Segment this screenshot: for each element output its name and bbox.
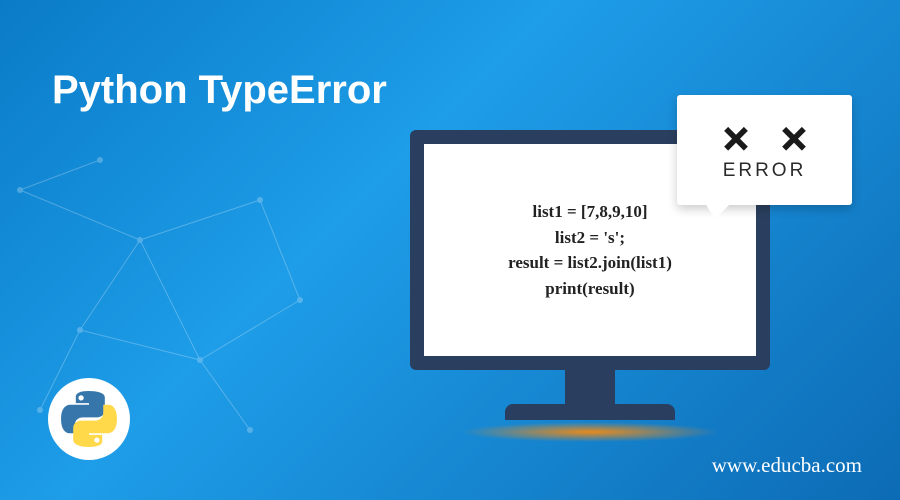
python-logo-icon [60,390,118,448]
monitor-shadow [460,422,720,442]
code-line: print(result) [508,276,672,302]
x-icon [779,122,809,152]
code-line: list1 = [7,8,9,10] [508,199,672,225]
x-icon [721,122,751,152]
monitor-base [505,404,675,420]
code-snippet: list1 = [7,8,9,10] list2 = 's'; result =… [508,199,672,301]
python-logo-badge [48,378,130,460]
page-title: Python TypeError [52,68,387,113]
code-line: result = list2.join(list1) [508,250,672,276]
code-line: list2 = 's'; [508,225,672,251]
watermark: www.educba.com [712,453,862,478]
monitor-stand [565,370,615,404]
error-popup: ERROR [677,95,852,205]
error-label: ERROR [723,160,807,182]
